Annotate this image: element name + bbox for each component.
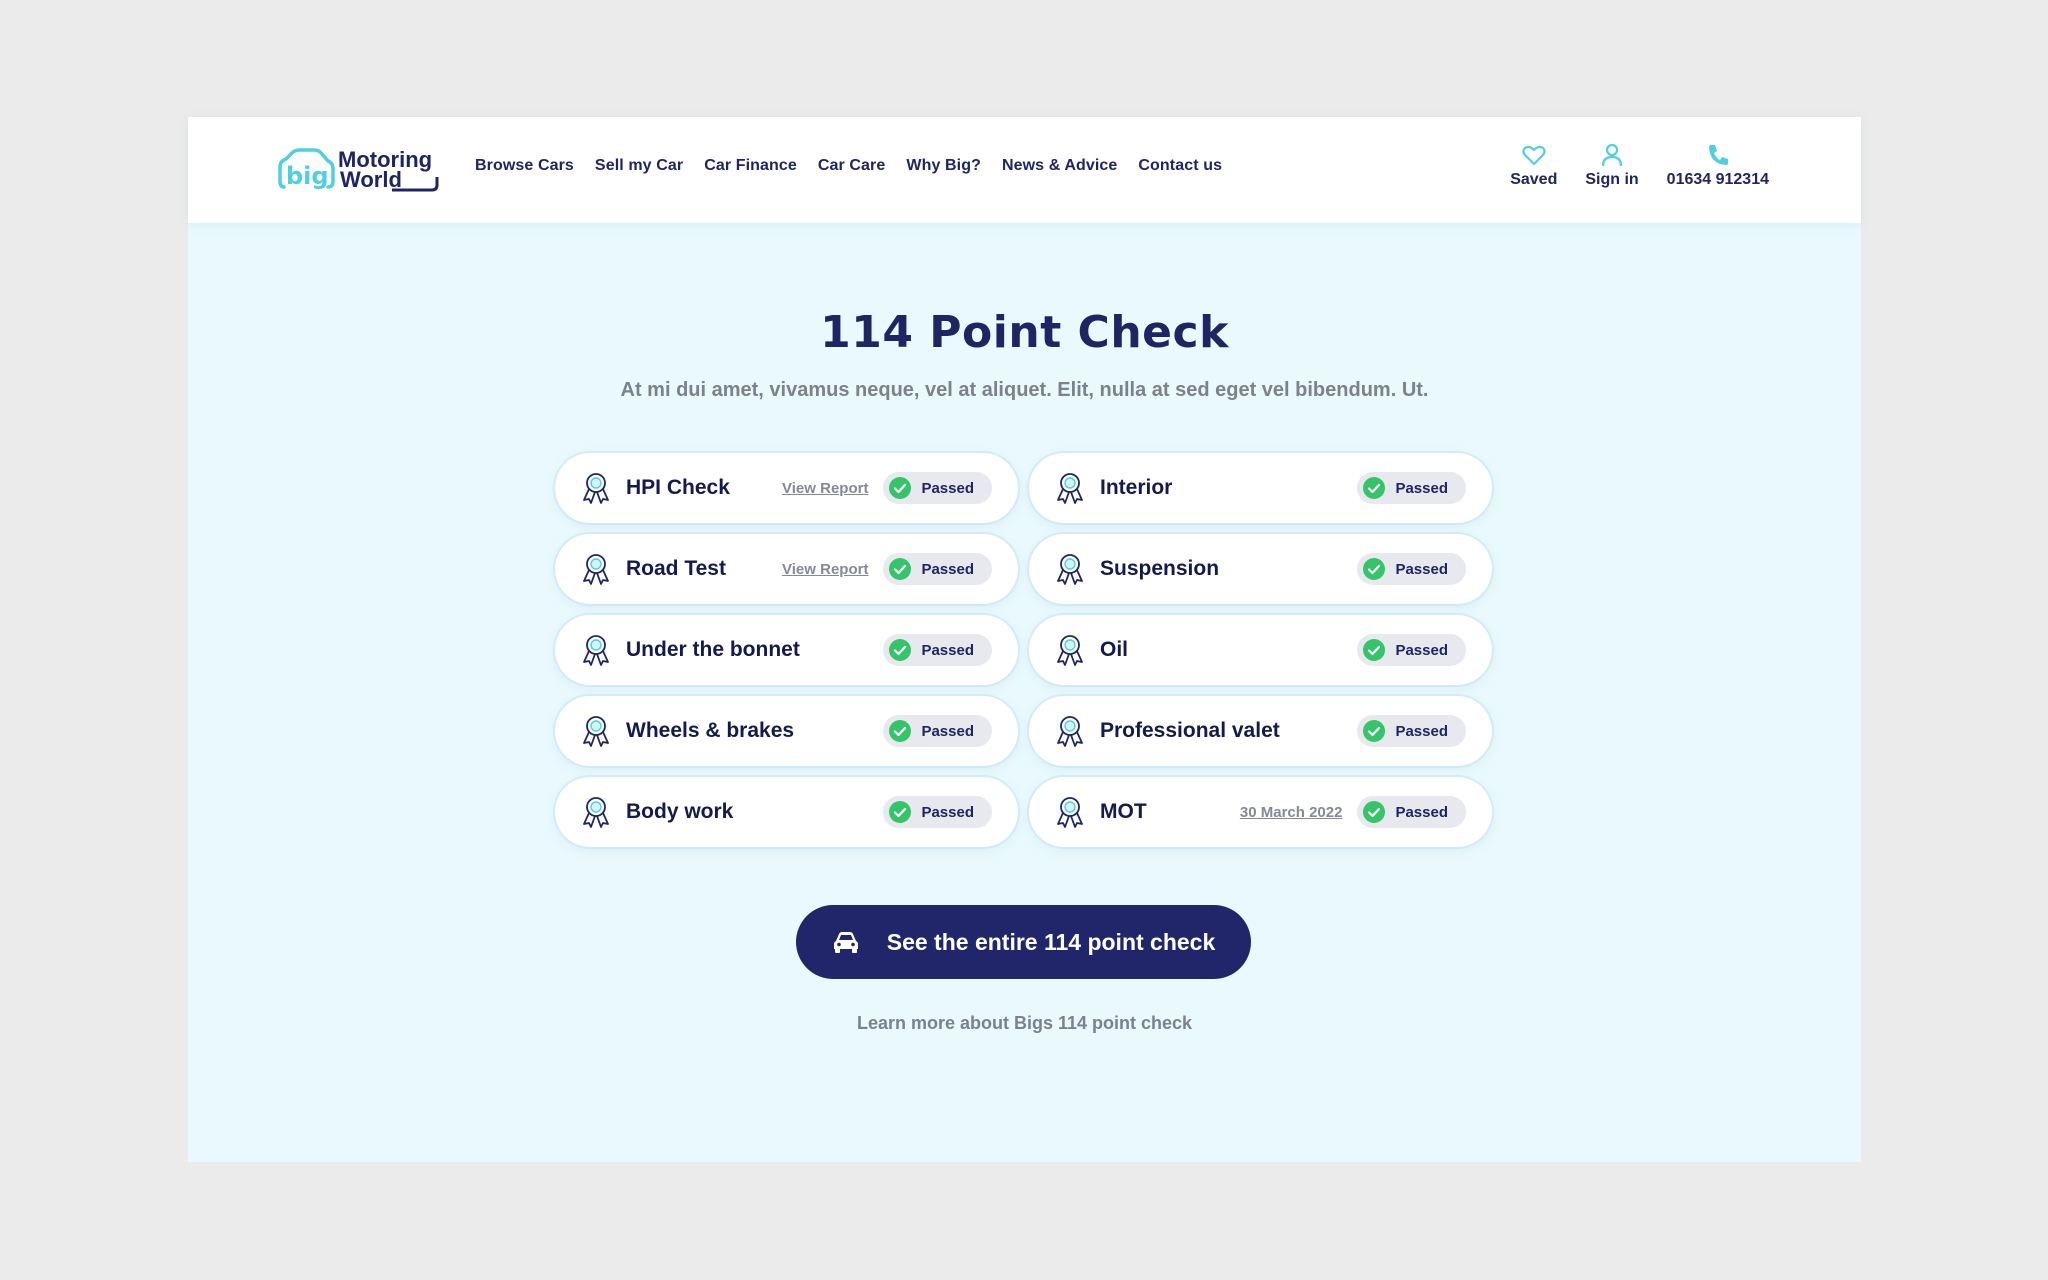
check-circle-icon — [1363, 558, 1386, 580]
status-badge: Passed — [1357, 796, 1466, 828]
check-label: Suspension — [1100, 557, 1220, 580]
phone-number: 01634 912314 — [1666, 171, 1769, 188]
nav-car-finance[interactable]: Car Finance — [704, 157, 797, 175]
heart-icon — [1522, 145, 1546, 166]
phone-icon — [1708, 145, 1728, 165]
check-circle-icon — [1363, 477, 1386, 499]
status-badge: Passed — [883, 715, 992, 747]
award-badge-icon — [583, 797, 609, 828]
check-label: Oil — [1100, 638, 1129, 661]
status-badge: Passed — [1357, 472, 1466, 504]
page-subtitle: At mi dui amet, vivamus neque, vel at al… — [620, 379, 1429, 401]
award-badge-icon — [583, 473, 609, 504]
status-text: Passed — [921, 479, 974, 497]
status-text: Passed — [1395, 479, 1448, 497]
status-badge: Passed — [883, 553, 992, 585]
check-grid: HPI Check View Report Passed Interior Pa… — [555, 453, 1495, 847]
car-icon — [833, 932, 858, 953]
status-text: Passed — [921, 560, 974, 578]
status-text: Passed — [921, 722, 974, 740]
check-label: Wheels & brakes — [626, 719, 795, 742]
check-circle-icon — [889, 720, 912, 742]
check-label: Professional valet — [1100, 719, 1280, 742]
status-text: Passed — [1395, 803, 1448, 821]
nav-news-advice[interactable]: News & Advice — [1002, 157, 1117, 175]
award-badge-icon — [583, 554, 609, 585]
saved-button[interactable]: Saved — [1510, 142, 1557, 189]
check-card-professional-valet: Professional valet Passed — [1029, 696, 1492, 766]
award-badge-icon — [583, 716, 609, 747]
award-badge-icon — [1057, 473, 1083, 504]
check-card-mot: MOT 30 March 2022 Passed — [1029, 777, 1492, 847]
nav-car-care[interactable]: Car Care — [818, 157, 886, 175]
award-badge-icon — [1057, 716, 1083, 747]
check-card-hpi: HPI Check View Report Passed — [555, 453, 1018, 523]
check-label: Road Test — [626, 557, 726, 580]
check-label: Under the bonnet — [626, 638, 800, 661]
check-label: Body work — [626, 800, 734, 823]
status-text: Passed — [1395, 722, 1448, 740]
status-badge: Passed — [883, 634, 992, 666]
check-label: MOT — [1100, 800, 1147, 823]
view-report-link[interactable]: View Report — [782, 480, 868, 497]
check-card-suspension: Suspension Passed — [1029, 534, 1492, 604]
check-card-wheels-brakes: Wheels & brakes Passed — [555, 696, 1018, 766]
phone-link[interactable]: 01634 912314 — [1667, 142, 1769, 189]
user-icon — [1601, 143, 1623, 167]
view-report-link[interactable]: View Report — [782, 561, 868, 578]
brand-logo[interactable]: big Motoring World — [278, 147, 439, 193]
utility-nav: Saved Sign in 01634 912314 — [1510, 142, 1769, 189]
learn-more-link[interactable]: Learn more about Bigs 114 point check — [188, 1013, 1861, 1034]
status-badge: Passed — [1357, 634, 1466, 666]
nav-contact-us[interactable]: Contact us — [1138, 157, 1222, 175]
nav-sell-my-car[interactable]: Sell my Car — [595, 157, 683, 175]
award-badge-icon — [1057, 797, 1083, 828]
cta-label: See the entire 114 point check — [886, 928, 1216, 955]
check-circle-icon — [1363, 639, 1386, 661]
status-text: Passed — [1395, 641, 1448, 659]
main-nav: Browse Cars Sell my Car Car Finance Car … — [475, 157, 1222, 175]
check-circle-icon — [889, 477, 912, 499]
check-circle-icon — [889, 639, 912, 661]
see-full-check-button[interactable]: See the entire 114 point check — [796, 905, 1251, 979]
status-badge: Passed — [883, 472, 992, 504]
page-title: 114 Point Check — [820, 307, 1229, 358]
mot-date: 30 March 2022 — [1239, 803, 1343, 821]
check-label: HPI Check — [626, 476, 730, 499]
page-frame: big Motoring World Browse Cars Sell my C… — [188, 117, 1861, 1162]
status-badge: Passed — [883, 796, 992, 828]
check-circle-icon — [889, 801, 912, 823]
site-header: big Motoring World Browse Cars Sell my C… — [188, 117, 1861, 223]
status-text: Passed — [1395, 560, 1448, 578]
award-badge-icon — [583, 635, 609, 666]
check-circle-icon — [1363, 720, 1386, 742]
saved-label: Saved — [1510, 171, 1558, 188]
check-label: Interior — [1100, 476, 1173, 499]
status-badge: Passed — [1357, 715, 1466, 747]
logo-underline-icon — [392, 177, 439, 192]
status-text: Passed — [921, 641, 974, 659]
check-circle-icon — [889, 558, 912, 580]
check-card-oil: Oil Passed — [1029, 615, 1492, 685]
check-card-under-bonnet: Under the bonnet Passed — [555, 615, 1018, 685]
award-badge-icon — [1057, 635, 1083, 666]
check-card-road-test: Road Test View Report Passed — [555, 534, 1018, 604]
check-circle-icon — [1363, 801, 1386, 823]
big-logo-icon: big — [278, 148, 335, 190]
nav-why-big[interactable]: Why Big? — [906, 157, 981, 175]
svg-text:big: big — [286, 162, 329, 190]
award-badge-icon — [1057, 554, 1083, 585]
sign-in-button[interactable]: Sign in — [1585, 142, 1639, 189]
sign-in-label: Sign in — [1585, 171, 1639, 188]
check-card-body-work: Body work Passed — [555, 777, 1018, 847]
status-text: Passed — [921, 803, 974, 821]
nav-browse-cars[interactable]: Browse Cars — [475, 157, 574, 175]
status-badge: Passed — [1357, 553, 1466, 585]
check-card-interior: Interior Passed — [1029, 453, 1492, 523]
